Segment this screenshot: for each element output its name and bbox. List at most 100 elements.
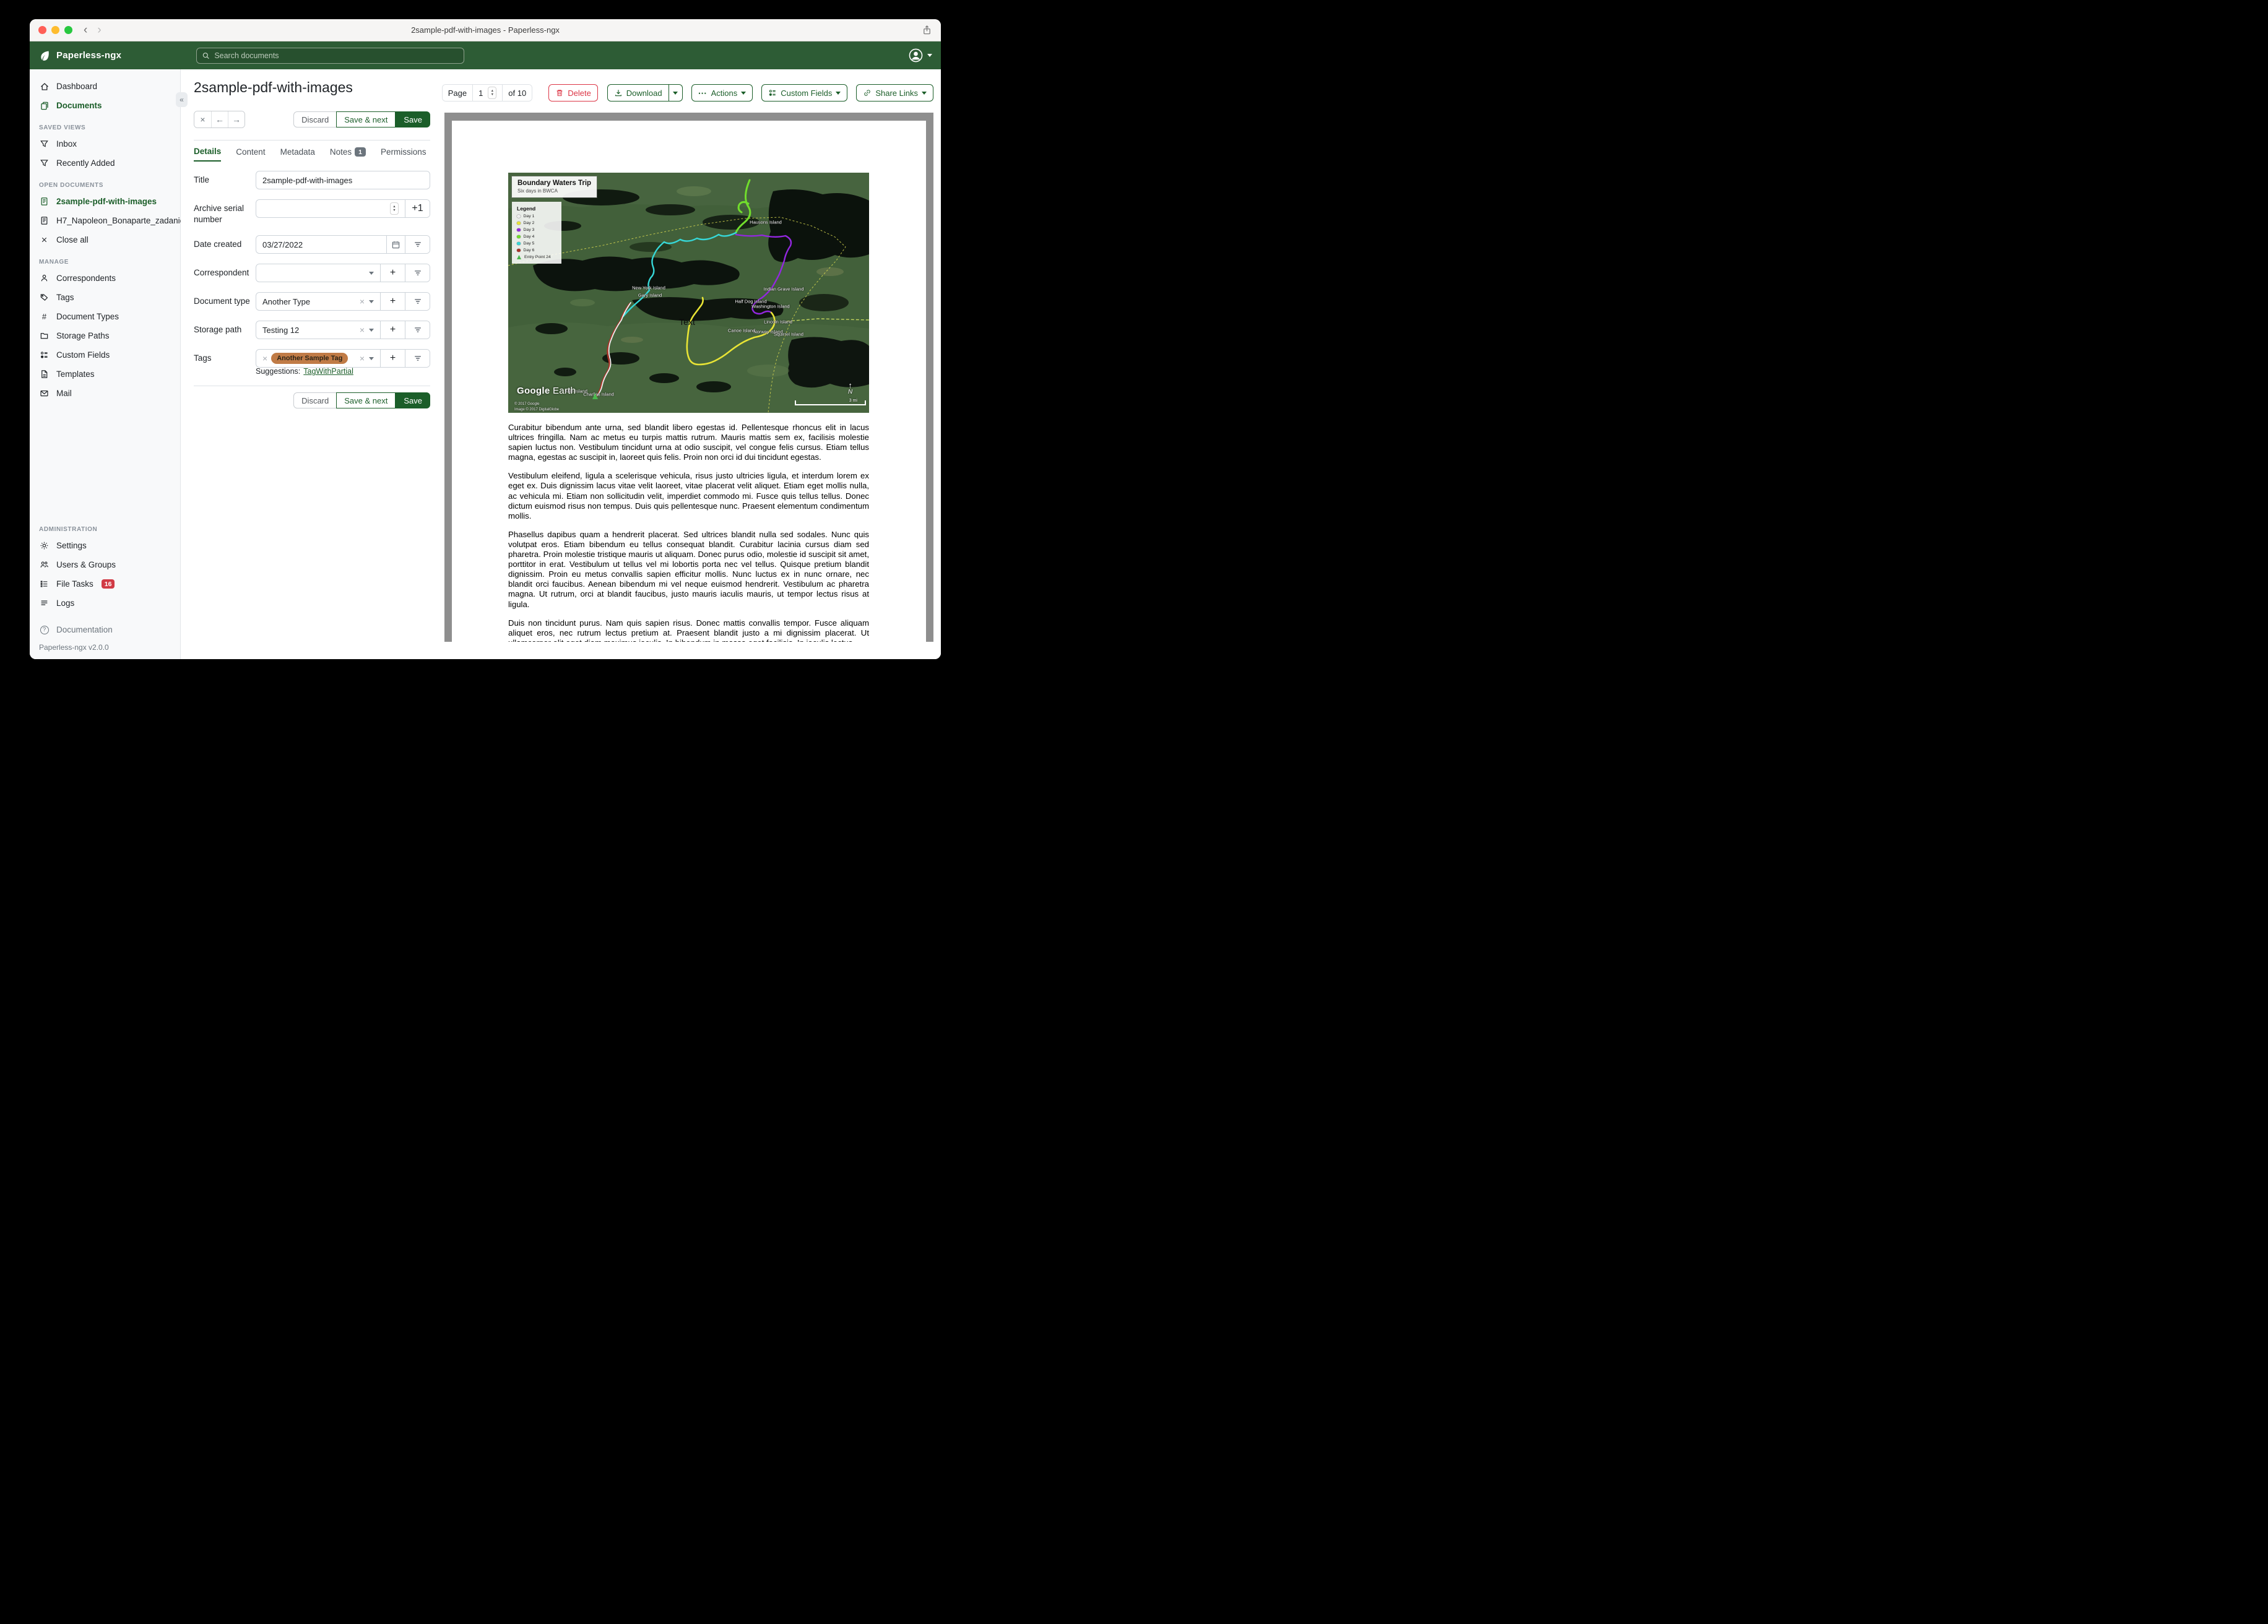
help-circle-icon: ?: [39, 625, 50, 634]
browser-forward-icon[interactable]: ›: [97, 24, 101, 36]
asn-stepper[interactable]: ▲ ▼: [390, 202, 399, 215]
discard-button[interactable]: Discard: [293, 111, 337, 127]
paperless-leaf-icon: [41, 51, 49, 61]
map-copyright: © 2017 Google: [514, 402, 540, 406]
task-list-icon: [39, 579, 50, 589]
page-label: Page: [442, 85, 473, 101]
section-open-documents: OPEN DOCUMENTS: [39, 182, 103, 189]
save-button[interactable]: Save: [396, 111, 430, 127]
user-menu[interactable]: [909, 48, 932, 63]
add-storage-button[interactable]: +: [380, 321, 405, 339]
tag-suggestions: Suggestions: TagWithPartial: [256, 367, 353, 376]
filter-lines-icon: [414, 356, 421, 361]
date-filter-button[interactable]: [405, 236, 430, 254]
island-label: Gary Island: [638, 292, 662, 298]
clear-doctype-icon[interactable]: ×: [360, 297, 365, 306]
tags-filter-button[interactable]: [405, 350, 430, 368]
sidebar-item-document-types[interactable]: # Document Types: [30, 307, 180, 326]
clear-tags-icon[interactable]: ×: [360, 354, 365, 363]
asn-plus-one-button[interactable]: +1: [405, 200, 430, 217]
tab-notes[interactable]: Notes 1: [330, 147, 366, 162]
previous-doc-button[interactable]: ←: [211, 111, 228, 127]
sidebar-item-file-tasks[interactable]: File Tasks 16: [30, 574, 180, 594]
window-title: 2sample-pdf-with-images - Paperless-ngx: [411, 25, 560, 35]
logs-icon: [39, 598, 50, 608]
sidebar-item-users-groups[interactable]: Users & Groups: [30, 555, 180, 574]
title-input[interactable]: [262, 175, 423, 185]
actions-button[interactable]: ⋯ Actions: [691, 84, 753, 102]
map-legend: Legend Day 1 Day 2 Day 3 Day 4 Day 5 Day…: [512, 202, 561, 264]
sidebar-item-dashboard[interactable]: Dashboard: [30, 77, 180, 96]
tab-content[interactable]: Content: [236, 147, 265, 162]
open-doc-2[interactable]: H7_Napoleon_Bonaparte_zadanie: [30, 211, 184, 230]
paragraph: Duis non tincidunt purus. Nam quis sapie…: [508, 618, 869, 642]
storage-path-label: Storage path: [194, 325, 242, 335]
remove-tag-icon[interactable]: ×: [262, 354, 267, 363]
page-number-input[interactable]: 1 ▲ ▼: [472, 85, 503, 101]
app-name: Paperless-ngx: [56, 50, 122, 61]
sidebar-item-storage-paths[interactable]: Storage Paths: [30, 326, 180, 345]
sidebar-item-mail[interactable]: Mail: [30, 384, 180, 403]
close-window-button[interactable]: [38, 26, 46, 34]
tab-permissions[interactable]: Permissions: [381, 147, 426, 162]
storage-path-select[interactable]: Testing 12 ×: [256, 321, 380, 339]
sidebar-item-logs[interactable]: Logs: [30, 594, 180, 613]
tags-select[interactable]: × Another Sample Tag ×: [256, 350, 380, 367]
save-button-group-bottom: Discard Save & next Save: [194, 392, 430, 409]
filter-lines-icon: [414, 327, 421, 333]
document-type-select[interactable]: Another Type ×: [256, 293, 380, 310]
sidebar-item-inbox[interactable]: Inbox: [30, 134, 180, 153]
download-options-caret[interactable]: [669, 84, 683, 102]
clear-storage-icon[interactable]: ×: [360, 326, 365, 334]
suggestion-link[interactable]: TagWithPartial: [303, 367, 353, 376]
asn-input[interactable]: ▲ ▼: [256, 200, 405, 217]
save-next-button-bottom[interactable]: Save & next: [336, 392, 396, 409]
delete-button[interactable]: Delete: [548, 84, 598, 102]
correspondent-select[interactable]: [256, 264, 380, 282]
save-next-button[interactable]: Save & next: [336, 111, 396, 127]
app-window: ‹ › 2sample-pdf-with-images - Paperless-…: [30, 19, 941, 659]
correspondent-label: Correspondent: [194, 268, 249, 278]
documents-icon: [39, 101, 50, 111]
sidebar-item-correspondents[interactable]: Correspondents: [30, 269, 180, 288]
sidebar-item-templates[interactable]: Templates: [30, 365, 180, 384]
share-links-button[interactable]: Share Links: [856, 84, 933, 102]
share-icon[interactable]: [922, 25, 932, 35]
trash-icon: [556, 90, 563, 97]
save-button-bottom[interactable]: Save: [396, 392, 430, 409]
island-label: Charlies Island: [583, 391, 614, 397]
date-created-input[interactable]: [262, 240, 380, 249]
tag-chip[interactable]: Another Sample Tag: [271, 353, 348, 365]
custom-fields-button[interactable]: Custom Fields: [761, 84, 848, 102]
sidebar-collapse-button[interactable]: «: [176, 92, 188, 107]
page-stepper[interactable]: ▲ ▼: [488, 87, 497, 99]
tab-metadata[interactable]: Metadata: [280, 147, 315, 162]
close-doc-button[interactable]: ×: [194, 111, 211, 127]
close-all-button[interactable]: Close all: [30, 230, 180, 249]
sidebar-item-settings[interactable]: Settings: [30, 536, 180, 555]
add-doctype-button[interactable]: +: [380, 293, 405, 311]
sidebar-item-custom-fields[interactable]: Custom Fields: [30, 345, 180, 365]
search-input[interactable]: [214, 51, 459, 60]
pdf-preview-pane[interactable]: Boundary Waters Trip Six days in BWCA Le…: [444, 113, 933, 642]
app-logo[interactable]: Paperless-ngx: [38, 50, 121, 62]
next-doc-button[interactable]: →: [228, 111, 245, 127]
minimize-window-button[interactable]: [51, 26, 59, 34]
discard-button-bottom[interactable]: Discard: [293, 392, 337, 409]
template-file-icon: [39, 369, 50, 379]
add-correspondent-button[interactable]: +: [380, 264, 405, 282]
open-doc-current[interactable]: 2sample-pdf-with-images: [30, 192, 180, 211]
doctype-filter-button[interactable]: [405, 293, 430, 311]
zoom-window-button[interactable]: [64, 26, 72, 34]
sidebar-item-recently-added[interactable]: Recently Added: [30, 153, 180, 173]
sidebar-item-documentation[interactable]: ? Documentation: [30, 620, 180, 639]
sidebar-item-tags[interactable]: Tags: [30, 288, 180, 307]
download-button[interactable]: Download: [607, 84, 669, 102]
browser-back-icon[interactable]: ‹: [84, 24, 87, 36]
tab-details[interactable]: Details: [194, 147, 222, 162]
calendar-button[interactable]: [386, 236, 405, 254]
correspondent-filter-button[interactable]: [405, 264, 430, 282]
storage-filter-button[interactable]: [405, 321, 430, 339]
add-tag-button[interactable]: +: [380, 350, 405, 368]
sidebar-item-documents[interactable]: Documents: [30, 96, 180, 115]
